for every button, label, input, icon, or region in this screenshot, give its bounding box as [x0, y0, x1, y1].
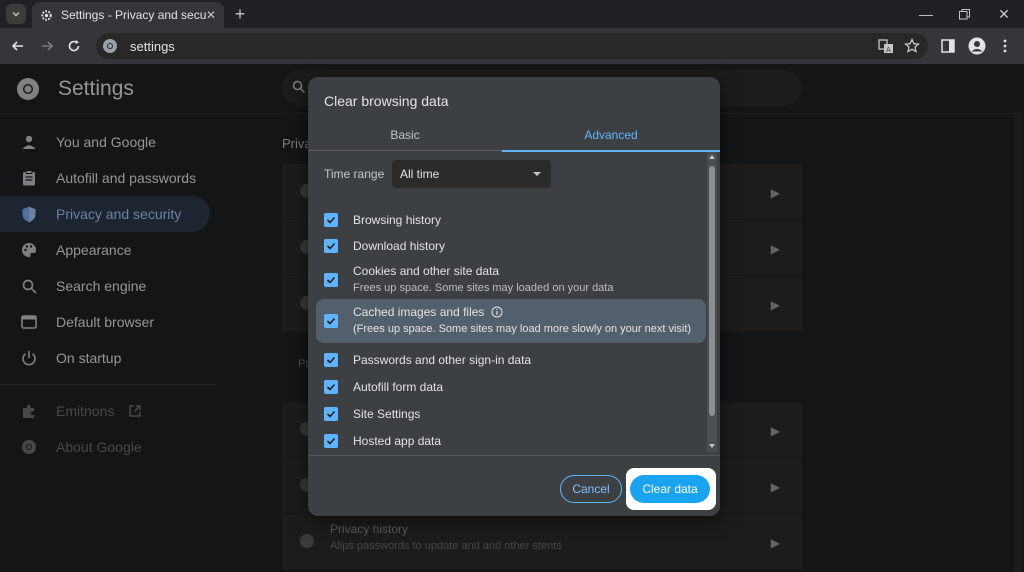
address-bar[interactable]: settings: [96, 33, 928, 59]
option-description: (Frees up space. Some sites may load mor…: [353, 323, 692, 335]
gear-icon: [41, 9, 52, 21]
svg-text:A: A: [886, 46, 891, 54]
option-site-settings[interactable]: Site Settings: [316, 402, 706, 426]
scroll-down-icon[interactable]: [709, 444, 715, 448]
browser-toolbar: settings A: [0, 28, 1024, 64]
star-icon: [904, 38, 920, 53]
side-panel-button[interactable]: [939, 37, 957, 55]
option-label: Passwords and other sign-in data: [353, 353, 532, 367]
time-range-select[interactable]: All time: [392, 160, 551, 188]
option-download-history[interactable]: Download history: [316, 234, 706, 258]
scrollbar-thumb[interactable]: [709, 166, 715, 416]
clear-data-button[interactable]: Clear data: [630, 475, 710, 503]
checkbox-checked[interactable]: [324, 213, 338, 227]
scroll-up-icon[interactable]: [709, 155, 715, 159]
dialog-tabs: Basic Advanced: [308, 119, 720, 152]
option-label: Download history: [353, 239, 446, 253]
bookmark-button[interactable]: [903, 37, 921, 55]
option-label: Cached images and files: [353, 305, 485, 319]
check-icon: [326, 276, 336, 284]
checkbox-checked[interactable]: [324, 314, 338, 328]
side-panel-icon: [941, 39, 955, 53]
checkbox-checked[interactable]: [324, 239, 338, 253]
minimize-button[interactable]: —: [906, 0, 946, 28]
close-window-button[interactable]: ✕: [984, 0, 1024, 28]
checkbox-checked[interactable]: [324, 353, 338, 367]
translate-button[interactable]: A: [877, 37, 895, 55]
option-cookies[interactable]: Cookies and other site data Frees up spa…: [316, 260, 706, 300]
reload-button[interactable]: [64, 36, 84, 56]
dialog-scrollbar[interactable]: [707, 152, 717, 452]
profile-button[interactable]: [968, 37, 986, 55]
dialog-title: Clear browsing data: [324, 93, 449, 109]
reload-icon: [68, 40, 80, 52]
avatar-icon: [968, 37, 986, 55]
new-tab-button[interactable]: +: [230, 4, 250, 24]
clear-browsing-data-dialog: Clear browsing data Basic Advanced Time …: [308, 77, 720, 516]
arrow-right-icon: [42, 41, 54, 51]
option-browsing-history[interactable]: Browsing history: [316, 208, 706, 232]
check-icon: [326, 216, 336, 224]
tab-title: Settings - Privacy and security: [61, 8, 206, 22]
dialog-body: Time range All time Browsing history Dow…: [308, 152, 708, 452]
tab-advanced[interactable]: Advanced: [502, 119, 720, 152]
checkbox-checked[interactable]: [324, 380, 338, 394]
arrow-left-icon: [11, 41, 23, 51]
option-label: Browsing history: [353, 213, 442, 227]
checkbox-checked[interactable]: [324, 434, 338, 448]
close-tab-icon[interactable]: ✕: [206, 8, 216, 22]
back-button[interactable]: [8, 36, 28, 56]
time-range-value: All time: [400, 167, 440, 181]
kebab-menu-icon: [1003, 39, 1007, 53]
option-label: Hosted app data: [353, 434, 442, 448]
forward-button[interactable]: [37, 36, 57, 56]
restore-button[interactable]: [944, 0, 984, 28]
option-label: Autofill form data: [353, 380, 444, 394]
restore-icon: [958, 8, 970, 19]
tab-basic[interactable]: Basic: [310, 119, 500, 151]
address-text: settings: [130, 38, 175, 54]
option-hosted-app-data[interactable]: Hosted app data: [316, 429, 706, 453]
check-icon: [326, 383, 336, 391]
checkbox-checked[interactable]: [324, 273, 338, 287]
option-autofill[interactable]: Autofill form data: [316, 375, 706, 399]
cancel-button[interactable]: Cancel: [560, 475, 622, 503]
chevron-down-icon: [12, 12, 20, 17]
menu-button[interactable]: [996, 37, 1014, 55]
check-icon: [326, 317, 336, 325]
check-icon: [326, 356, 336, 364]
time-range-label: Time range: [324, 167, 385, 181]
title-bar: Settings - Privacy and security ✕ + — ✕: [0, 0, 1024, 28]
tab-settings[interactable]: Settings - Privacy and security ✕: [32, 2, 224, 28]
check-icon: [326, 437, 336, 445]
option-label: Cookies and other site data: [353, 264, 500, 278]
option-label: Site Settings: [353, 407, 421, 421]
tab-search-button[interactable]: [6, 4, 26, 24]
option-passwords[interactable]: Passwords and other sign-in data: [316, 348, 706, 372]
check-icon: [326, 242, 336, 250]
option-description: Frees up space. Some sites may loaded on…: [353, 282, 614, 294]
checkbox-checked[interactable]: [324, 407, 338, 421]
footer-divider: [308, 455, 720, 456]
info-icon[interactable]: [491, 306, 503, 318]
chrome-icon: [103, 39, 117, 53]
option-cached-images[interactable]: Cached images and files (Frees up space.…: [316, 299, 706, 343]
check-icon: [326, 410, 336, 418]
translate-icon: A: [878, 39, 893, 54]
dropdown-caret-icon: [533, 172, 541, 176]
